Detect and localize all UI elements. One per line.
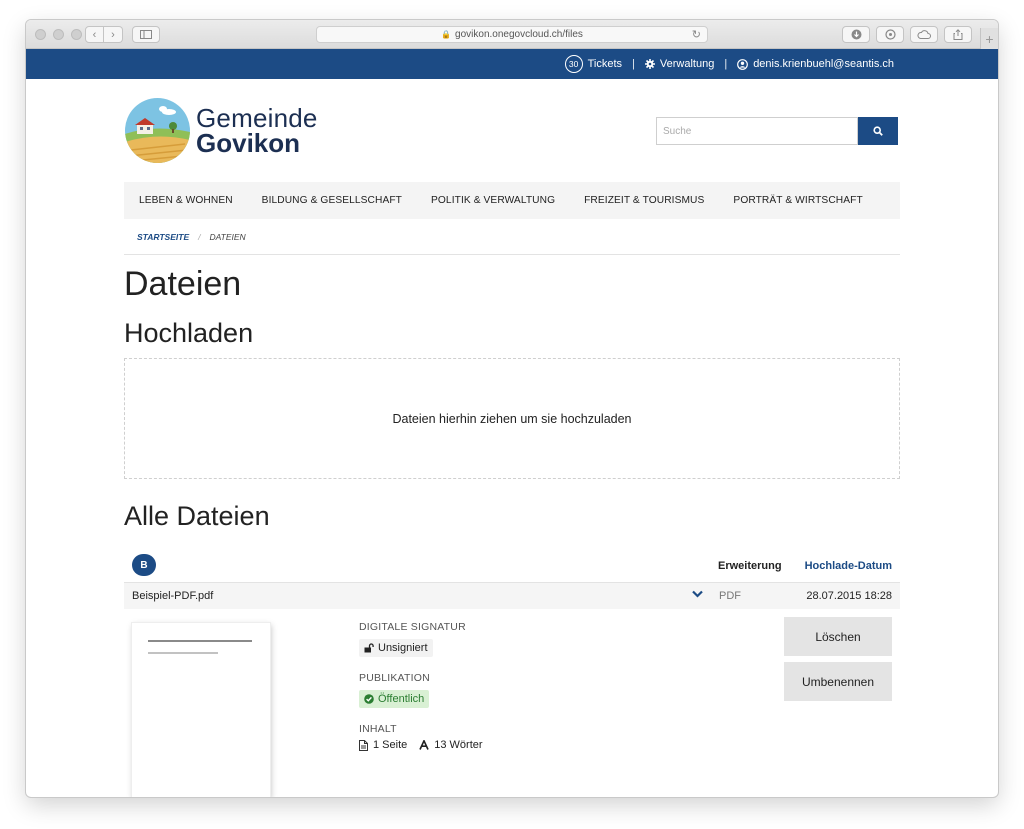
close-window-button[interactable] (35, 29, 46, 40)
breadcrumb-home[interactable]: STARTSEITE (137, 232, 189, 242)
password-icon[interactable] (876, 26, 904, 43)
forward-icon[interactable]: › (104, 26, 123, 43)
share-icon[interactable] (944, 26, 972, 43)
topbar-divider: | (632, 58, 635, 70)
minimize-window-button[interactable] (53, 29, 64, 40)
lock-icon: 🔒 (441, 30, 452, 39)
search-button[interactable] (858, 117, 898, 145)
history-buttons: ‹ › (85, 26, 123, 43)
column-header-upload-date[interactable]: Hochlade-Datum (805, 560, 892, 572)
search-input[interactable] (656, 117, 858, 145)
logo-wordmark: Gemeinde Govikon (196, 105, 318, 156)
search-icon (873, 126, 883, 136)
user-icon (737, 58, 749, 70)
content-stats: 1 Seite 13 Wörter (359, 739, 483, 751)
table-row[interactable]: Beispiel-PDF.pdf PDF 28.07.2015 18:28 (124, 583, 900, 609)
nav-item-bildung-gesellschaft[interactable]: BILDUNG & GESELLSCHAFT (262, 195, 402, 206)
column-header-extension[interactable]: Erweiterung (718, 560, 782, 572)
letter-group-badge: B (132, 554, 156, 576)
sidebar-toggle-icon[interactable] (132, 26, 160, 43)
reload-icon[interactable]: ↻ (692, 28, 701, 41)
window-controls (35, 29, 82, 40)
file-details: DIGITALE SIGNATUR Unsigniert PUBLIKATION… (359, 621, 483, 751)
files-table-header: B Erweiterung Hochlade-Datum (124, 551, 900, 583)
tickets-count-badge: 30 (564, 55, 583, 73)
rename-button[interactable]: Umbenennen (784, 662, 892, 701)
delete-button[interactable]: Löschen (784, 617, 892, 656)
document-icon (359, 739, 368, 751)
back-icon[interactable]: ‹ (85, 26, 104, 43)
address-bar-url: govikon.onegovcloud.ch/files (455, 29, 583, 40)
upload-dropzone[interactable]: Dateien hierhin ziehen um sie hochzulade… (124, 358, 900, 479)
tickets-link[interactable]: 30 Tickets (564, 55, 623, 73)
signature-status: Unsigniert (378, 642, 428, 654)
main-navigation: LEBEN & WOHNEN BILDUNG & GESELLSCHAFT PO… (124, 182, 900, 219)
cloud-icon[interactable] (910, 26, 938, 43)
nav-item-leben-wohnen[interactable]: LEBEN & WOHNEN (139, 195, 233, 206)
signature-status-badge: Unsigniert (359, 639, 433, 657)
tickets-label: Tickets (587, 58, 623, 70)
admin-link[interactable]: Verwaltung (644, 58, 715, 70)
page-count-text: 1 Seite (373, 739, 408, 751)
dropzone-text: Dateien hierhin ziehen um sie hochzulade… (392, 411, 632, 426)
admin-label: Verwaltung (659, 58, 715, 70)
upload-heading: Hochladen (124, 318, 254, 348)
signature-label: DIGITALE SIGNATUR (359, 621, 466, 633)
zoom-window-button[interactable] (71, 29, 82, 40)
preview-text-line (148, 652, 218, 654)
download-icon[interactable] (842, 26, 870, 43)
user-email: denis.krienbuehl@seantis.ch (753, 58, 894, 70)
file-preview-thumbnail[interactable] (132, 623, 270, 797)
file-extension: PDF (719, 590, 741, 602)
page-title: Dateien (124, 265, 242, 303)
all-files-heading: Alle Dateien (124, 501, 270, 531)
nav-item-freizeit-tourismus[interactable]: FREIZEIT & TOURISMUS (584, 195, 704, 206)
word-count: 13 Wörter (419, 739, 483, 751)
nav-item-politik-verwaltung[interactable]: POLITIK & VERWALTUNG (431, 195, 555, 206)
file-name[interactable]: Beispiel-PDF.pdf (132, 590, 213, 602)
breadcrumb: STARTSEITE / DATEIEN (137, 232, 246, 242)
site-logo[interactable]: Gemeinde Govikon (125, 98, 318, 163)
browser-toolbar: ‹ › 🔒 govikon.onegovcloud.ch/files ↻ + (26, 20, 998, 49)
file-upload-date: 28.07.2015 18:28 (806, 590, 892, 602)
browser-window: ‹ › 🔒 govikon.onegovcloud.ch/files ↻ + 3… (26, 20, 998, 797)
breadcrumb-separator: / (198, 232, 201, 242)
unlock-icon (364, 643, 374, 653)
breadcrumb-current: DATEIEN (209, 232, 246, 242)
chevron-down-icon[interactable] (692, 589, 703, 601)
publication-status: Öffentlich (378, 693, 425, 705)
word-count-text: 13 Wörter (434, 739, 483, 751)
preview-text-line (148, 640, 252, 642)
address-bar[interactable]: 🔒 govikon.onegovcloud.ch/files ↻ (316, 26, 708, 43)
top-bar: 30 Tickets | Verwaltung | denis.krienbue… (26, 49, 998, 79)
new-tab-icon[interactable]: + (980, 28, 998, 49)
header-divider (124, 254, 900, 255)
publication-label: PUBLIKATION (359, 672, 430, 684)
nav-item-portraet-wirtschaft[interactable]: PORTRÄT & WIRTSCHAFT (733, 195, 862, 206)
topbar-divider: | (724, 58, 728, 70)
page-count: 1 Seite (359, 739, 407, 751)
font-icon (419, 740, 429, 750)
search-form (656, 117, 898, 145)
check-circle-icon (364, 694, 374, 704)
logo-line-2: Govikon (196, 128, 301, 158)
content-label: INHALT (359, 723, 397, 735)
user-link[interactable]: denis.krienbuehl@seantis.ch (737, 58, 894, 70)
publication-status-badge[interactable]: Öffentlich (359, 690, 430, 708)
logo-emblem (125, 98, 190, 163)
gear-icon (644, 59, 655, 69)
